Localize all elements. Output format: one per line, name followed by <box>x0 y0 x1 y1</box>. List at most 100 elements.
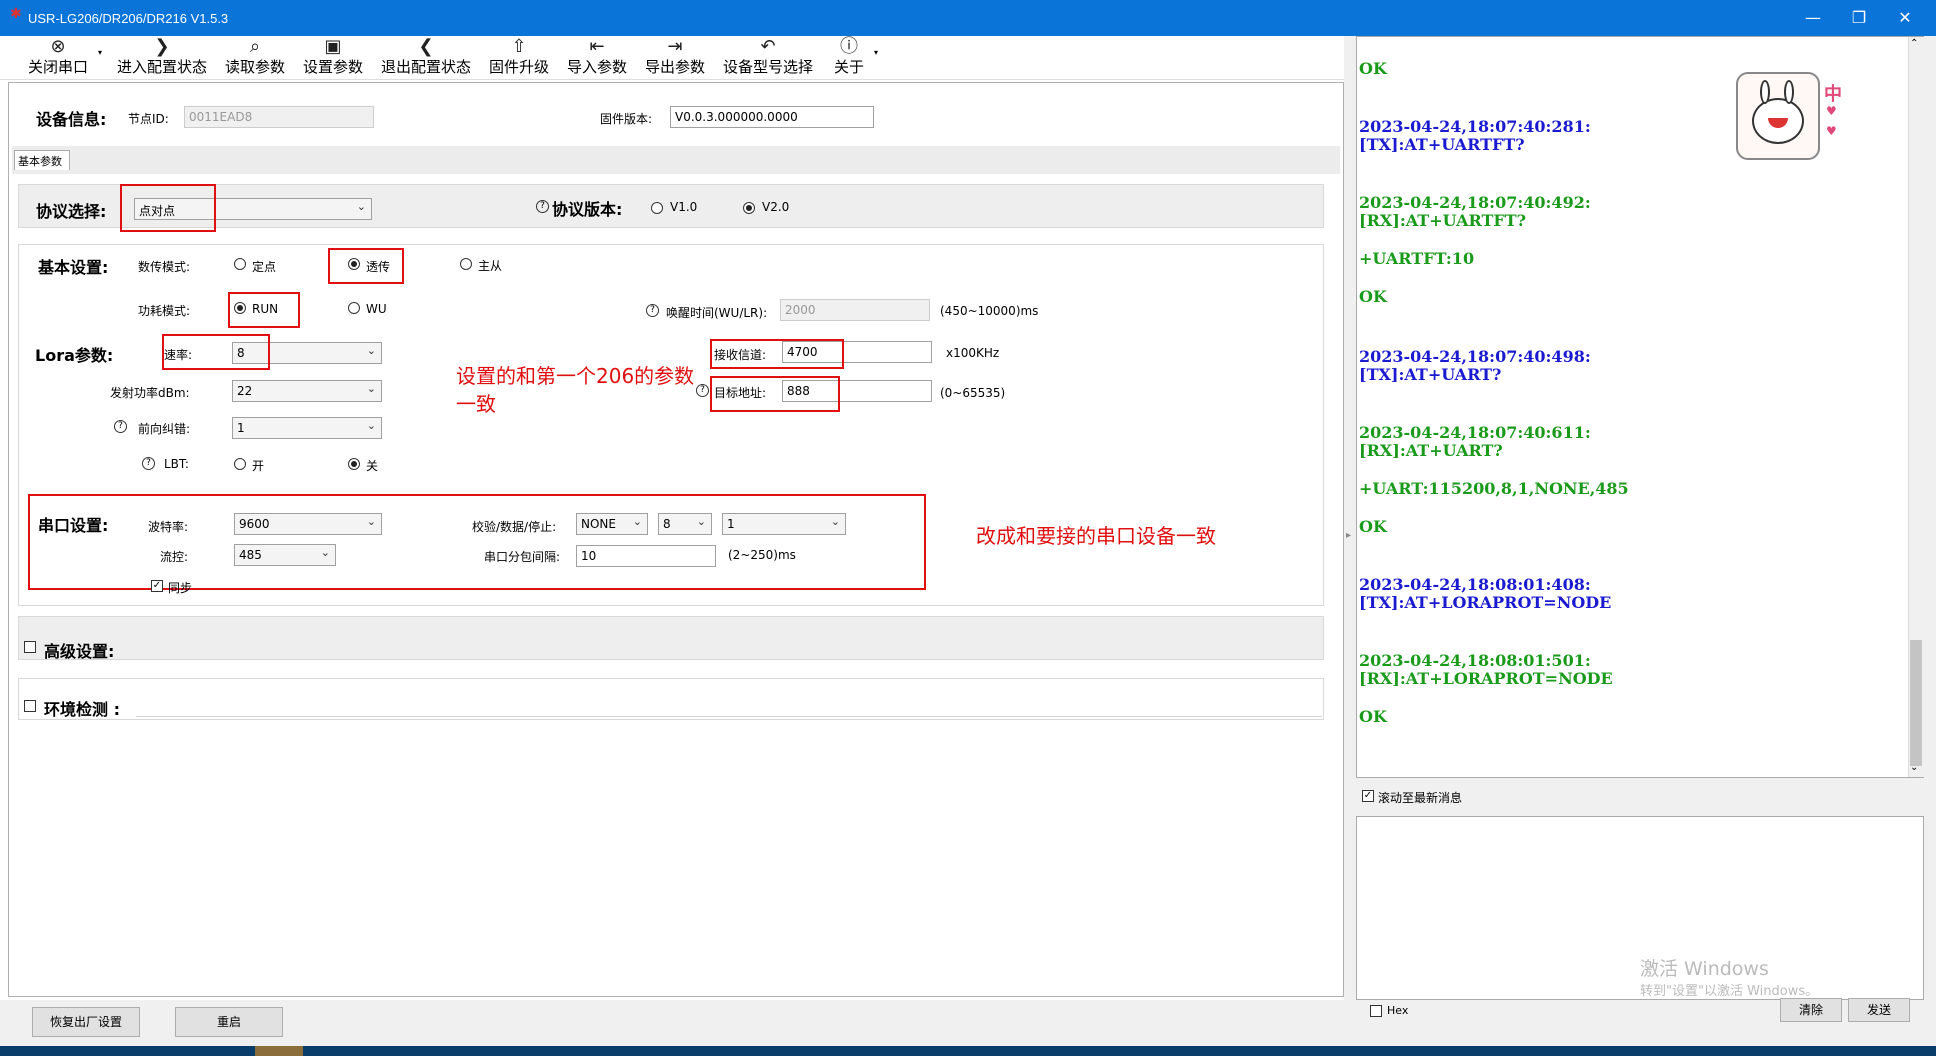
highlight-channel <box>710 339 844 369</box>
log-scrollbar-thumb[interactable] <box>1910 640 1922 766</box>
firmware-upgrade-button[interactable]: ⇧ 固件升级 <box>482 36 556 80</box>
chevron-down-icon: ⌄ <box>366 344 376 357</box>
import-params-button[interactable]: ⇤ 导入参数 <box>560 36 634 80</box>
sync-label: 同步 <box>168 581 193 595</box>
maximize-button[interactable]: ❐ <box>1836 0 1882 36</box>
log-line: 2023-04-24,18:07:40:492: <box>1359 193 1591 212</box>
baud-rate-select[interactable]: 9600 ⌄ <box>234 513 382 535</box>
v2-label: V2.0 <box>762 200 790 214</box>
highlight-address <box>710 376 840 412</box>
help-icon[interactable]: ? <box>114 420 127 433</box>
scroll-down-icon[interactable]: ⌄ <box>1910 762 1918 773</box>
log-line: 2023-04-24,18:07:40:281: <box>1359 117 1591 136</box>
sticker-text: 中 <box>1824 84 1842 105</box>
radio-lbt-on[interactable] <box>234 458 246 470</box>
read-params-button[interactable]: ⌕ 读取参数 <box>218 36 292 80</box>
set-params-button[interactable]: ▣ 设置参数 <box>296 36 370 80</box>
send-button[interactable]: 发送 <box>1848 998 1910 1022</box>
parity-label: 校验/数据/停止: <box>472 520 557 534</box>
highlight-run <box>228 292 300 328</box>
fec-label: 前向纠错: <box>138 422 191 436</box>
help-icon[interactable]: ? <box>536 200 549 213</box>
info-icon: ⓘ <box>840 36 858 57</box>
packet-interval-field[interactable]: 10 <box>576 545 716 567</box>
scroll-latest-checkbox[interactable]: ✓ <box>1362 790 1374 802</box>
radio-lbt-off[interactable] <box>348 458 360 470</box>
baud-rate-label: 波特率: <box>148 520 189 534</box>
log-line: OK <box>1359 59 1387 78</box>
device-model-button[interactable]: ↶ 设备型号选择 <box>716 36 820 80</box>
channel-unit-label: x100KHz <box>946 346 1000 360</box>
highlight-rate <box>162 334 270 370</box>
scroll-up-icon[interactable]: ⌃ <box>1910 38 1918 49</box>
close-button[interactable]: ✕ <box>1882 0 1928 36</box>
clear-button[interactable]: 清除 <box>1780 998 1842 1022</box>
save-icon: ▣ <box>324 36 342 57</box>
log-line: +UART:115200,8,1,NONE,485 <box>1359 479 1629 498</box>
wu-label: WU <box>366 302 387 316</box>
divider <box>136 716 1322 717</box>
advanced-checkbox[interactable] <box>24 641 36 653</box>
enter-config-button[interactable]: ❯ 进入配置状态 <box>110 36 214 80</box>
wake-time-label: 唤醒时间(WU/LR): <box>666 306 768 320</box>
log-line: [TX]:AT+LORAPROT=NODE <box>1359 593 1612 612</box>
log-line: [TX]:AT+UARTFT? <box>1359 135 1525 154</box>
address-range-label: (0~65535) <box>940 386 1006 400</box>
lora-params-label: Lora参数: <box>35 346 114 365</box>
packet-interval-label: 串口分包间隔: <box>484 550 561 564</box>
env-checkbox[interactable] <box>24 700 36 712</box>
exit-config-button[interactable]: ❮ 退出配置状态 <box>374 36 478 80</box>
node-id-label: 节点ID: <box>128 112 169 126</box>
stop-bits-select[interactable]: 1 ⌄ <box>722 513 846 535</box>
help-icon[interactable]: ? <box>696 384 709 397</box>
dropdown-arrow-icon[interactable]: ▾ <box>98 48 102 57</box>
about-dropdown-icon[interactable]: ▾ <box>874 48 878 57</box>
node-id-field[interactable]: 0011EAD8 <box>184 106 374 128</box>
export-params-button[interactable]: ⇥ 导出参数 <box>638 36 712 80</box>
chevron-down-icon: ⌄ <box>356 200 366 213</box>
radio-master-slave[interactable] <box>460 258 472 270</box>
radio-fixed-point[interactable] <box>234 258 246 270</box>
log-area[interactable]: OK 2023-04-24,18:07:40:281: [TX]:AT+UARTFT… <box>1356 36 1924 778</box>
minimize-button[interactable]: — <box>1790 0 1836 36</box>
log-line: OK <box>1359 517 1387 536</box>
reboot-button[interactable]: 重启 <box>175 1007 283 1037</box>
radio-wu[interactable] <box>348 302 360 314</box>
flow-control-label: 流控: <box>160 550 189 564</box>
title-bar: ✱ USR-LG206/DR206/DR216 V1.5.3 — ❐ ✕ <box>0 0 1936 36</box>
serial-settings-label: 串口设置: <box>38 516 109 535</box>
advanced-settings-label: 高级设置: <box>44 642 115 661</box>
radio-v2[interactable] <box>743 202 755 214</box>
data-bits-select[interactable]: 8 ⌄ <box>658 513 712 535</box>
power-mode-label: 功耗模式: <box>138 304 191 318</box>
splitter[interactable] <box>1344 36 1355 1046</box>
help-icon[interactable]: ? <box>142 457 155 470</box>
undo-arrow-icon: ↶ <box>760 36 776 57</box>
close-port-button[interactable]: ⊗ 关闭串口 <box>18 36 98 80</box>
fec-select[interactable]: 1 ⌄ <box>232 417 382 439</box>
fixed-point-label: 定点 <box>252 260 277 274</box>
protocol-label: 协议选择: <box>36 202 107 221</box>
tx-power-label: 发射功率dBm: <box>110 386 190 400</box>
device-info-label: 设备信息: <box>36 110 107 129</box>
about-button[interactable]: ⓘ 关于 <box>826 36 872 80</box>
tx-power-select[interactable]: 22 ⌄ <box>232 380 382 402</box>
chevron-down-icon: ⌄ <box>696 515 706 528</box>
highlight-protocol <box>120 184 216 232</box>
tab-basic-params[interactable]: 基本参数 <box>14 150 70 170</box>
splitter-arrow-icon: ▸ <box>1346 530 1352 541</box>
hex-checkbox[interactable] <box>1370 1005 1382 1017</box>
flow-control-select[interactable]: 485 ⌄ <box>234 544 336 566</box>
restore-factory-button[interactable]: 恢复出厂设置 <box>32 1007 140 1037</box>
log-line: +UARTFT:10 <box>1359 249 1475 268</box>
interval-range-label: (2~250)ms <box>728 548 796 562</box>
lbt-on-label: 开 <box>252 459 265 473</box>
wake-time-field[interactable]: 2000 <box>780 299 930 321</box>
radio-v1[interactable] <box>651 202 663 214</box>
parity-select[interactable]: NONE ⌄ <box>576 513 648 535</box>
help-icon[interactable]: ? <box>646 304 659 317</box>
taskbar-app[interactable] <box>255 1046 303 1056</box>
sync-checkbox[interactable]: ✓ <box>151 580 163 592</box>
log-line: 2023-04-24,18:07:40:498: <box>1359 347 1591 366</box>
firmware-version-field[interactable]: V0.0.3.000000.0000 <box>670 106 874 128</box>
